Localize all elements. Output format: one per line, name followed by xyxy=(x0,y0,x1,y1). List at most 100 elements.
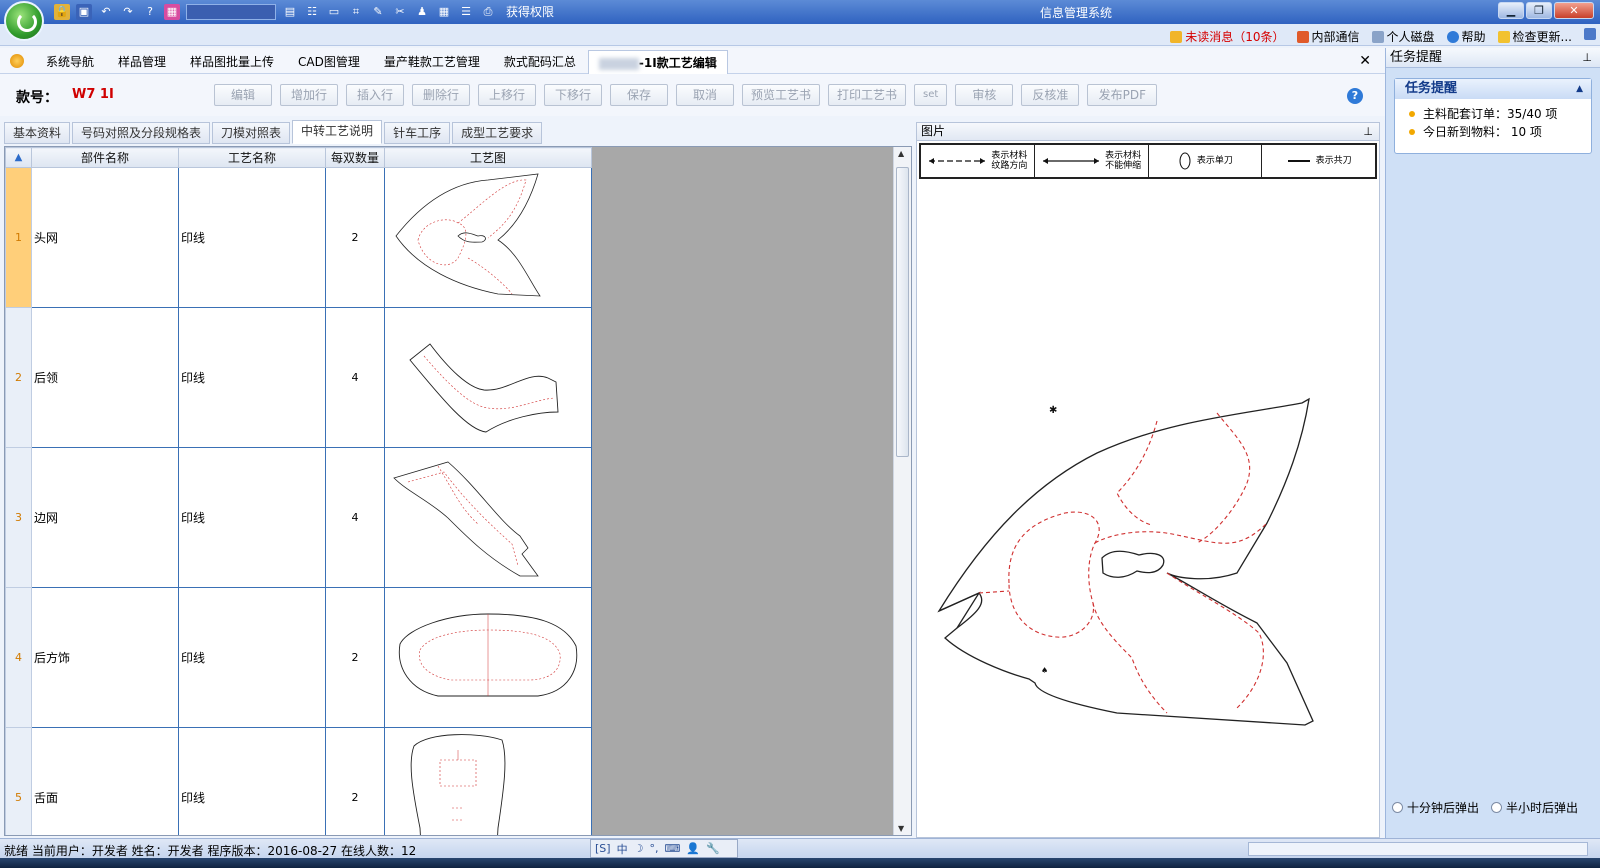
approve-button[interactable]: 审核 xyxy=(955,84,1014,106)
col-header-part[interactable]: 部件名称 xyxy=(31,147,179,168)
scroll-down-icon[interactable]: ▼ xyxy=(898,824,904,833)
part-name-cell[interactable]: 边网 xyxy=(31,447,179,588)
table-row[interactable]: 2 后领 印线 4 xyxy=(5,307,592,448)
app-logo-icon[interactable] xyxy=(4,1,44,41)
calculator-icon[interactable]: ▦ xyxy=(436,4,452,20)
grid-vertical-scrollbar[interactable]: ▲ ▼ xyxy=(893,147,911,835)
row-number[interactable]: 3 xyxy=(5,447,32,588)
scroll-up-icon[interactable]: ▲ xyxy=(898,149,904,158)
select-icon[interactable]: ⌗ xyxy=(348,4,364,20)
process-image-cell[interactable] xyxy=(384,167,592,308)
part-name-cell[interactable]: 后领 xyxy=(31,307,179,448)
process-image-cell[interactable] xyxy=(384,727,592,835)
ime-punct-icon[interactable]: °, xyxy=(649,842,658,855)
row-number[interactable]: 2 xyxy=(5,307,32,448)
window-icon[interactable]: ▭ xyxy=(326,4,342,20)
publish-pdf-button[interactable]: 发布PDF xyxy=(1087,84,1158,106)
cancel-button[interactable]: 取消 xyxy=(676,84,734,106)
internal-comm-link[interactable]: 内部通信 xyxy=(1296,28,1360,45)
process-name-cell[interactable]: 印线 xyxy=(178,727,326,835)
move-up-button[interactable]: 上移行 xyxy=(478,84,536,106)
edit-icon[interactable]: ✎ xyxy=(370,4,386,20)
tree-icon[interactable]: ☷ xyxy=(304,4,320,20)
help-circle-icon[interactable]: ? xyxy=(142,4,158,20)
qty-cell[interactable]: 2 xyxy=(325,587,385,728)
nav-production-process[interactable]: 量产鞋款工艺管理 xyxy=(372,53,492,74)
get-permission-button[interactable]: 获得权限 xyxy=(506,3,554,20)
part-name-cell[interactable]: 后方饰 xyxy=(31,587,179,728)
ime-user-icon[interactable]: 👤 xyxy=(686,842,700,855)
part-name-cell[interactable]: 舌面 xyxy=(31,727,179,835)
print-icon[interactable]: ⎙ xyxy=(480,4,496,20)
popup-30min-option[interactable]: 半小时后弹出 xyxy=(1491,799,1578,816)
row-number[interactable]: 1 xyxy=(5,167,32,308)
layout-icon[interactable]: ▤ xyxy=(282,4,298,20)
insert-row-button[interactable]: 插入行 xyxy=(346,84,404,106)
save-button[interactable]: 保存 xyxy=(610,84,668,106)
personal-disk-link[interactable]: 个人磁盘 xyxy=(1371,28,1435,45)
scroll-thumb[interactable] xyxy=(896,167,909,457)
nav-process-edit-tab[interactable]: -1I款工艺编辑 xyxy=(587,50,728,74)
table-row[interactable]: 4 后方饰 印线 2 xyxy=(5,587,592,728)
collapse-icon[interactable]: ▲ xyxy=(1576,79,1583,99)
close-icon[interactable]: ✕ xyxy=(1554,2,1594,19)
ime-keyboard-icon[interactable]: ⌨ xyxy=(664,842,680,855)
row-number[interactable]: 5 xyxy=(5,727,32,835)
tab-stitching[interactable]: 针车工序 xyxy=(384,122,451,144)
help-icon[interactable]: ? xyxy=(1347,88,1363,104)
redo-icon[interactable]: ↷ xyxy=(120,4,136,20)
qty-cell[interactable]: 2 xyxy=(325,167,385,308)
list-icon[interactable]: ☰ xyxy=(458,4,474,20)
preview-book-button[interactable]: 预览工艺书 xyxy=(742,84,821,106)
ime-moon-icon[interactable]: ☽ xyxy=(634,842,644,855)
table-row[interactable]: 5 舌面 印线 2 xyxy=(5,727,592,835)
process-image-cell[interactable] xyxy=(384,447,592,588)
home-icon[interactable] xyxy=(10,54,24,68)
process-name-cell[interactable]: 印线 xyxy=(178,447,326,588)
move-down-button[interactable]: 下移行 xyxy=(544,84,602,106)
nav-size-summary[interactable]: 款式配码汇总 xyxy=(492,53,588,74)
row-number[interactable]: 4 xyxy=(5,587,32,728)
col-header-image[interactable]: 工艺图 xyxy=(384,147,592,168)
process-name-cell[interactable]: 印线 xyxy=(178,167,326,308)
qty-cell[interactable]: 2 xyxy=(325,727,385,835)
row-header-corner[interactable]: ▲ xyxy=(5,147,32,168)
radio-10min[interactable] xyxy=(1392,802,1403,813)
table-row[interactable]: 1 头网 印线 2 xyxy=(5,167,592,308)
toolbar-combo[interactable] xyxy=(186,3,276,20)
part-name-cell[interactable]: 头网 xyxy=(31,167,179,308)
tab-size-spec[interactable]: 号码对照及分段规格表 xyxy=(72,122,211,144)
tab-transfer-process[interactable]: 中转工艺说明 xyxy=(292,120,383,144)
user-icon[interactable]: ♟ xyxy=(414,4,430,20)
restore-icon[interactable]: ❐ xyxy=(1526,2,1552,19)
table-row[interactable]: 3 边网 印线 4 xyxy=(5,447,592,588)
radio-30min[interactable] xyxy=(1491,802,1503,813)
tools-icon[interactable]: ✂ xyxy=(392,4,408,20)
process-name-cell[interactable]: 印线 xyxy=(178,587,326,728)
qty-cell[interactable]: 4 xyxy=(325,447,385,588)
qty-cell[interactable]: 4 xyxy=(325,307,385,448)
process-image-cell[interactable] xyxy=(384,587,592,728)
unapprove-button[interactable]: 反核准 xyxy=(1021,84,1080,106)
undo-icon[interactable]: ↶ xyxy=(98,4,114,20)
help-link[interactable]: 帮助 xyxy=(1446,28,1486,45)
print-book-button[interactable]: 打印工艺书 xyxy=(828,84,907,106)
popup-10min-option[interactable]: 十分钟后弹出 xyxy=(1392,799,1479,816)
ime-logo-icon[interactable]: [S] xyxy=(595,842,611,855)
add-row-button[interactable]: 增加行 xyxy=(280,84,338,106)
set-button[interactable]: set xyxy=(914,84,948,106)
tab-die-cut[interactable]: 刀模对照表 xyxy=(212,122,291,144)
col-header-process[interactable]: 工艺名称 xyxy=(178,147,326,168)
task-card-title[interactable]: 任务提醒 ▲ xyxy=(1395,79,1591,99)
task-item-materials[interactable]: 今日新到物料： 10 项 xyxy=(1409,123,1591,141)
task-item-orders[interactable]: 主料配套订单：35/40 项 xyxy=(1409,105,1591,123)
pin-icon[interactable]: ⊥ xyxy=(1363,123,1373,140)
unread-messages-link[interactable]: 未读消息（10条） xyxy=(1170,28,1285,45)
pin-icon[interactable]: ⊥ xyxy=(1582,48,1592,68)
grid-icon[interactable]: ▦ xyxy=(164,3,180,20)
save-icon[interactable]: ▣ xyxy=(76,3,92,20)
nav-system-navigation[interactable]: 系统导航 xyxy=(34,53,106,74)
tab-forming[interactable]: 成型工艺要求 xyxy=(452,122,543,144)
tab-basic-info[interactable]: 基本资料 xyxy=(4,122,71,144)
check-update-link[interactable]: 检查更新... xyxy=(1497,28,1572,45)
